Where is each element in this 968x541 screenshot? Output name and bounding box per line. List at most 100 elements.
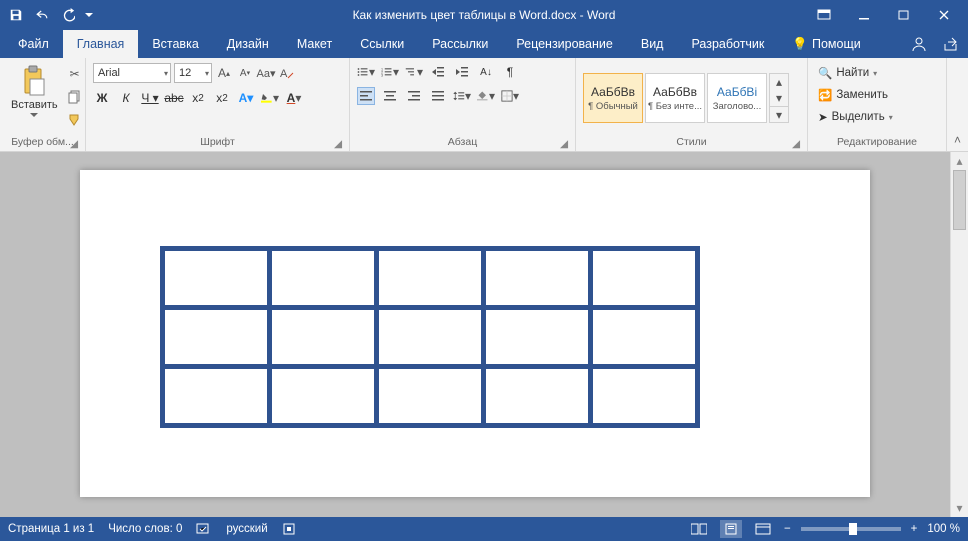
web-layout-icon[interactable]	[752, 520, 774, 538]
tab-design[interactable]: Дизайн	[213, 30, 283, 58]
bullets-icon[interactable]: ▾	[357, 63, 375, 81]
align-right-icon[interactable]	[405, 87, 423, 105]
superscript-icon[interactable]: x2	[213, 89, 231, 107]
paragraph-launcher-icon[interactable]: ◢	[558, 138, 570, 150]
minimize-icon[interactable]	[844, 1, 884, 29]
status-bar: Страница 1 из 1 Число слов: 0 русский − …	[0, 517, 968, 541]
undo-icon[interactable]	[30, 3, 54, 27]
svg-text:3: 3	[381, 73, 383, 77]
highlight-icon[interactable]: ▾	[261, 89, 279, 107]
status-words[interactable]: Число слов: 0	[108, 523, 182, 535]
sort-icon[interactable]: A↓	[477, 63, 495, 81]
multilevel-list-icon[interactable]: ▾	[405, 63, 423, 81]
italic-icon[interactable]: К	[117, 89, 135, 107]
zoom-in-icon[interactable]: +	[911, 523, 918, 535]
save-icon[interactable]	[4, 3, 28, 27]
spellcheck-icon[interactable]	[196, 522, 212, 536]
share-icon[interactable]	[944, 37, 960, 51]
font-color-icon[interactable]: А▾	[285, 89, 303, 107]
style-heading1[interactable]: АаБбВі Заголово...	[707, 73, 767, 123]
font-launcher-icon[interactable]: ◢	[332, 138, 344, 150]
strikethrough-icon[interactable]: abc	[165, 89, 183, 107]
zoom-level[interactable]: 100 %	[927, 523, 960, 535]
tell-me-label: Помощи	[812, 37, 861, 51]
close-icon[interactable]	[924, 1, 964, 29]
zoom-slider[interactable]	[801, 527, 901, 531]
justify-icon[interactable]	[429, 87, 447, 105]
select-button[interactable]: ➤Выделить▾	[815, 107, 896, 127]
show-marks-icon[interactable]: ¶	[501, 63, 519, 81]
tabs-right	[910, 30, 968, 58]
tab-file[interactable]: Файл	[4, 30, 63, 58]
qa-customize-icon[interactable]	[82, 3, 96, 27]
paste-label: Вставить	[11, 99, 58, 111]
tab-developer[interactable]: Разработчик	[677, 30, 778, 58]
format-painter-icon[interactable]	[66, 111, 84, 129]
collapse-ribbon-icon[interactable]: ˄	[954, 133, 961, 147]
clipboard-launcher-icon[interactable]: ◢	[68, 138, 80, 150]
replace-button[interactable]: 🔁Заменить	[815, 85, 891, 105]
text-effects-icon[interactable]: A▾	[237, 89, 255, 107]
status-language[interactable]: русский	[226, 523, 267, 535]
shrink-font-icon[interactable]: A▾	[236, 64, 254, 82]
style-normal[interactable]: АаБбВв ¶ Обычный	[583, 73, 643, 123]
tab-insert[interactable]: Вставка	[138, 30, 212, 58]
clear-formatting-icon[interactable]: A	[278, 64, 296, 82]
scroll-up-icon[interactable]: ▴	[951, 152, 968, 170]
underline-icon[interactable]: Ч ▾	[141, 89, 159, 107]
maximize-icon[interactable]	[884, 1, 924, 29]
read-mode-icon[interactable]	[688, 520, 710, 538]
tab-view[interactable]: Вид	[627, 30, 678, 58]
tab-references[interactable]: Ссылки	[346, 30, 418, 58]
document-table[interactable]	[160, 246, 700, 428]
tell-me[interactable]: 💡 Помощи	[778, 30, 874, 58]
find-button[interactable]: 🔍Найти▾	[815, 63, 880, 83]
print-layout-icon[interactable]	[720, 520, 742, 538]
quick-access-toolbar	[4, 3, 96, 27]
table-row	[164, 368, 696, 424]
group-clipboard: Вставить ✂ Буфер обм...◢	[0, 58, 86, 151]
decrease-indent-icon[interactable]	[429, 63, 447, 81]
shading-icon[interactable]: ▾	[477, 87, 495, 105]
line-spacing-icon[interactable]: ▾	[453, 87, 471, 105]
cut-icon[interactable]: ✂	[66, 65, 84, 83]
ribbon-display-icon[interactable]	[804, 1, 844, 29]
bold-icon[interactable]: Ж	[93, 89, 111, 107]
zoom-out-icon[interactable]: −	[784, 523, 791, 535]
align-center-icon[interactable]	[381, 87, 399, 105]
grow-font-icon[interactable]: A▴	[215, 64, 233, 82]
tab-review[interactable]: Рецензирование	[502, 30, 627, 58]
scroll-thumb[interactable]	[953, 170, 966, 230]
numbering-icon[interactable]: 123▾	[381, 63, 399, 81]
group-paragraph-label: Абзац◢	[355, 133, 570, 151]
ribbon: Вставить ✂ Буфер обм...◢ Arial▾ 12▾ A▴ A…	[0, 58, 968, 152]
copy-icon[interactable]	[66, 88, 84, 106]
group-paragraph: ▾ 123▾ ▾ A↓ ¶ ▾ ▾ ▾ Абзац◢	[350, 58, 576, 151]
tab-layout[interactable]: Макет	[283, 30, 346, 58]
styles-more-icon[interactable]: ▾	[770, 106, 788, 122]
change-case-icon[interactable]: Aa▾	[257, 64, 275, 82]
tab-home[interactable]: Главная	[63, 30, 139, 58]
group-editing: 🔍Найти▾ 🔁Заменить ➤Выделить▾ Редактирова…	[808, 58, 946, 151]
window-controls	[804, 1, 964, 29]
vertical-scrollbar[interactable]: ▴ ▾	[950, 152, 968, 517]
styles-scroll-up-icon[interactable]: ▴	[770, 74, 788, 90]
paste-button[interactable]: Вставить	[7, 63, 62, 120]
tab-mailings[interactable]: Рассылки	[418, 30, 502, 58]
status-page[interactable]: Страница 1 из 1	[8, 523, 94, 535]
page-scroll[interactable]	[0, 152, 950, 517]
style-no-spacing[interactable]: АаБбВв ¶ Без инте...	[645, 73, 705, 123]
scroll-down-icon[interactable]: ▾	[951, 499, 968, 517]
redo-icon[interactable]	[56, 3, 80, 27]
font-name-combo[interactable]: Arial▾	[93, 63, 171, 83]
account-icon[interactable]	[910, 36, 928, 52]
borders-icon[interactable]: ▾	[501, 87, 519, 105]
font-size-combo[interactable]: 12▾	[174, 63, 212, 83]
styles-launcher-icon[interactable]: ◢	[790, 138, 802, 150]
subscript-icon[interactable]: x2	[189, 89, 207, 107]
styles-scroll-down-icon[interactable]: ▾	[770, 90, 788, 106]
group-styles-label: Стили◢	[581, 133, 802, 151]
increase-indent-icon[interactable]	[453, 63, 471, 81]
macro-icon[interactable]	[282, 522, 296, 536]
align-left-icon[interactable]	[357, 87, 375, 105]
